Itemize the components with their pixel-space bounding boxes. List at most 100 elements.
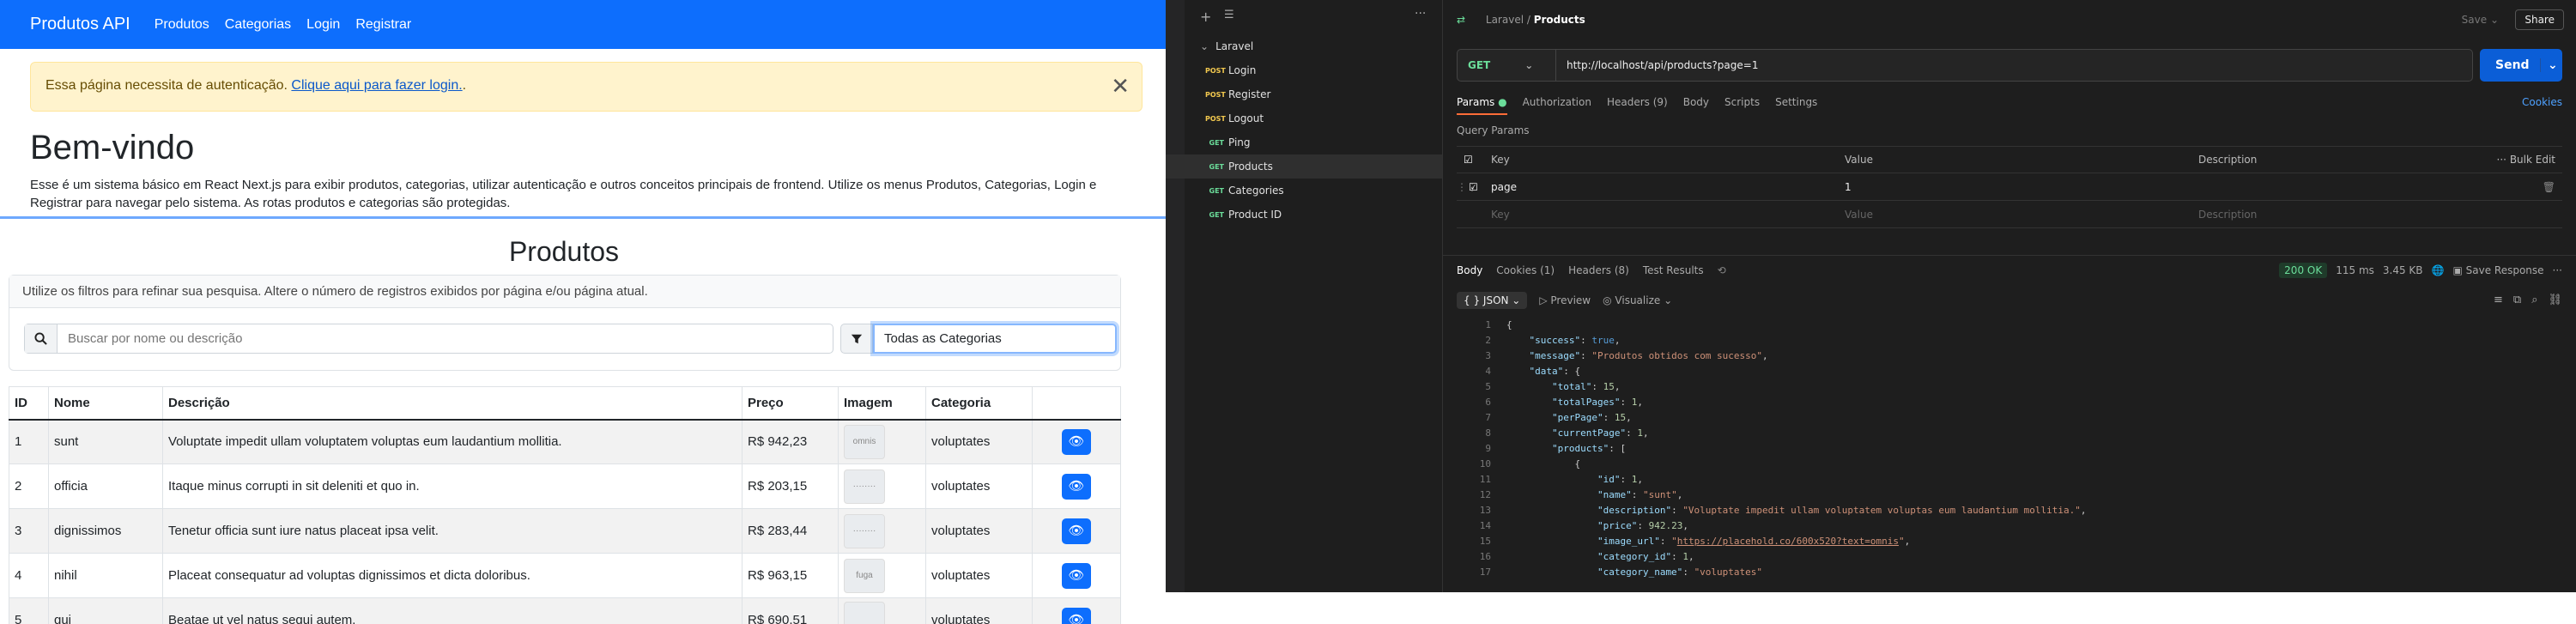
tab-res-cookies[interactable]: Cookies (1) bbox=[1496, 264, 1555, 276]
tab-res-headers[interactable]: Headers (8) bbox=[1568, 264, 1629, 276]
product-thumbnail bbox=[844, 601, 885, 624]
trash-icon[interactable]: 🗑 bbox=[2543, 181, 2555, 193]
nav-categorias[interactable]: Categorias bbox=[225, 17, 291, 33]
response-meta: 200 OK 115 ms 3.45 KB 🌐 ▣ Save Response … bbox=[2279, 263, 2562, 278]
value-placeholder[interactable]: Value bbox=[1845, 209, 2198, 221]
col-preco: Preço bbox=[742, 386, 839, 421]
tab-scripts[interactable]: Scripts bbox=[1724, 96, 1760, 115]
view-eye-icon[interactable]: 👁 bbox=[1062, 518, 1091, 544]
add-icon[interactable]: + bbox=[1200, 9, 1211, 25]
cell-desc: Voluptate impedit ullam voluptatem volup… bbox=[162, 419, 742, 464]
cell-name: qui bbox=[48, 597, 163, 624]
wrap-icon[interactable]: ≡ bbox=[2494, 294, 2503, 306]
preview-button[interactable]: ▷ Preview bbox=[1539, 294, 1591, 306]
tab-settings[interactable]: Settings bbox=[1775, 96, 1817, 115]
history-icon[interactable]: ⟲ bbox=[1718, 264, 1726, 276]
save-label: Save bbox=[2461, 14, 2488, 26]
url-input[interactable]: http://localhost/api/products?page=1 bbox=[1556, 59, 1758, 71]
filter-card: Utilize os filtros para refinar sua pesq… bbox=[9, 275, 1121, 371]
param-key[interactable]: page bbox=[1491, 181, 1845, 193]
response-size: 3.45 KB bbox=[2382, 264, 2423, 276]
key-placeholder[interactable]: Key bbox=[1491, 209, 1845, 221]
products-title: Produtos bbox=[508, 236, 620, 267]
view-eye-icon[interactable]: 👁 bbox=[1062, 562, 1091, 589]
cell-price: R$ 963,15 bbox=[742, 553, 839, 598]
cell-category: voluptates bbox=[925, 553, 1033, 598]
search-icon[interactable]: ⌕ bbox=[2531, 294, 2537, 306]
cell-price: R$ 283,44 bbox=[742, 508, 839, 554]
visualize-button[interactable]: ◎ Visualize ⌄ bbox=[1603, 294, 1672, 306]
request-register[interactable]: POST Register bbox=[1166, 82, 1442, 106]
nav-produtos[interactable]: Produtos bbox=[155, 17, 209, 33]
cell-image: omnis bbox=[838, 419, 926, 464]
view-eye-icon[interactable]: 👁 bbox=[1062, 607, 1091, 624]
tab-authorization[interactable]: Authorization bbox=[1523, 96, 1591, 115]
request-product-id[interactable]: GET Product ID bbox=[1166, 203, 1442, 227]
request-tabs: Params ● Authorization Headers (9) Body … bbox=[1457, 96, 1817, 115]
params-header-row: ☑ Key Value Description ··· Bulk Edit bbox=[1457, 146, 2562, 173]
method-badge: POST bbox=[1205, 90, 1226, 99]
globe-icon: 🌐 bbox=[2431, 264, 2445, 276]
brand-link[interactable]: Produtos API bbox=[30, 15, 130, 34]
desc-header: Description bbox=[2198, 154, 2258, 166]
category-select[interactable]: Todas as Categorias bbox=[873, 324, 1117, 354]
cell-action: 👁 bbox=[1032, 553, 1121, 598]
request-name: Product ID bbox=[1228, 209, 1282, 221]
bulk-edit-link[interactable]: ··· Bulk Edit bbox=[2497, 154, 2555, 166]
col-id: ID bbox=[9, 386, 49, 421]
preview-label: Preview bbox=[1550, 294, 1591, 306]
lead-text: Esse é um sistema básico em React Next.j… bbox=[30, 178, 1097, 210]
desc-placeholder[interactable]: Description bbox=[2198, 209, 2257, 221]
share-button[interactable]: Share bbox=[2515, 9, 2564, 30]
save-response-button[interactable]: ▣ Save Response bbox=[2452, 264, 2543, 276]
tab-params[interactable]: Params ● bbox=[1457, 96, 1507, 115]
copy-icon[interactable]: ⧉ bbox=[2513, 294, 2521, 306]
request-ping[interactable]: GET Ping bbox=[1166, 130, 1442, 154]
tab-headers[interactable]: Headers (9) bbox=[1607, 96, 1668, 115]
nav-login[interactable]: Login bbox=[306, 17, 340, 33]
request-name: Products bbox=[1228, 161, 1273, 173]
cell-category: voluptates bbox=[925, 463, 1033, 509]
request-products[interactable]: GET Products bbox=[1166, 154, 1442, 179]
filter-icon[interactable]: ☰ bbox=[1224, 9, 1234, 21]
link-icon[interactable]: ⛓ bbox=[2548, 294, 2562, 306]
chevron-down-icon: ⌄ bbox=[1200, 40, 1209, 52]
method-select[interactable]: GET ⌄ bbox=[1458, 50, 1556, 81]
tab-body[interactable]: Body bbox=[1683, 96, 1709, 115]
response-toolbar: { } JSON ⌄ ▷ Preview ◎ Visualize ⌄ bbox=[1457, 292, 1672, 309]
request-logout[interactable]: POST Logout bbox=[1166, 106, 1442, 130]
tab-res-tests[interactable]: Test Results bbox=[1643, 264, 1704, 276]
login-link[interactable]: Clique aqui para fazer login. bbox=[291, 78, 462, 93]
chevron-down-icon[interactable]: ⌄ bbox=[2540, 58, 2558, 72]
request-login[interactable]: POST Login bbox=[1166, 58, 1442, 82]
send-button[interactable]: Send ⌄ bbox=[2480, 49, 2562, 82]
cookies-link[interactable]: Cookies bbox=[2522, 96, 2562, 108]
format-label: JSON bbox=[1482, 294, 1509, 306]
breadcrumb-collection[interactable]: Laravel bbox=[1486, 14, 1524, 26]
checkbox-all[interactable]: ☑ bbox=[1464, 154, 1491, 166]
close-icon[interactable]: ✕ bbox=[1111, 75, 1130, 97]
more-icon[interactable]: ··· bbox=[1415, 7, 1426, 21]
format-select[interactable]: { } JSON ⌄ bbox=[1457, 292, 1528, 309]
view-eye-icon[interactable]: 👁 bbox=[1062, 473, 1091, 500]
search-icon bbox=[25, 324, 58, 353]
param-value[interactable]: 1 bbox=[1845, 181, 2198, 193]
tab-res-body[interactable]: Body bbox=[1457, 264, 1482, 276]
param-checkbox[interactable]: ☑ bbox=[1469, 181, 1491, 193]
table-row: 5 qui Beatae ut vel natus sequi autem. R… bbox=[9, 597, 1121, 624]
search-group bbox=[24, 324, 833, 354]
col-descricao: Descrição bbox=[162, 386, 742, 421]
nav-registrar[interactable]: Registrar bbox=[355, 17, 411, 33]
request-categories[interactable]: GET Categories bbox=[1166, 179, 1442, 203]
drag-handle-icon[interactable]: ⋮⋮ bbox=[1457, 181, 1477, 193]
collection-laravel[interactable]: ⌄ Laravel bbox=[1166, 34, 1442, 58]
filter-hint: Utilize os filtros para refinar sua pesq… bbox=[9, 276, 1120, 308]
more-icon[interactable]: ··· bbox=[2553, 264, 2562, 276]
breadcrumb: ⇄ Laravel / Products bbox=[1457, 14, 1585, 26]
view-eye-icon[interactable]: 👁 bbox=[1062, 428, 1091, 455]
cell-action: 👁 bbox=[1032, 508, 1121, 554]
method-badge: POST bbox=[1205, 66, 1226, 75]
cell-id: 3 bbox=[9, 508, 49, 554]
save-button[interactable]: Save ⌄ bbox=[2462, 14, 2499, 26]
search-input[interactable] bbox=[58, 331, 813, 346]
